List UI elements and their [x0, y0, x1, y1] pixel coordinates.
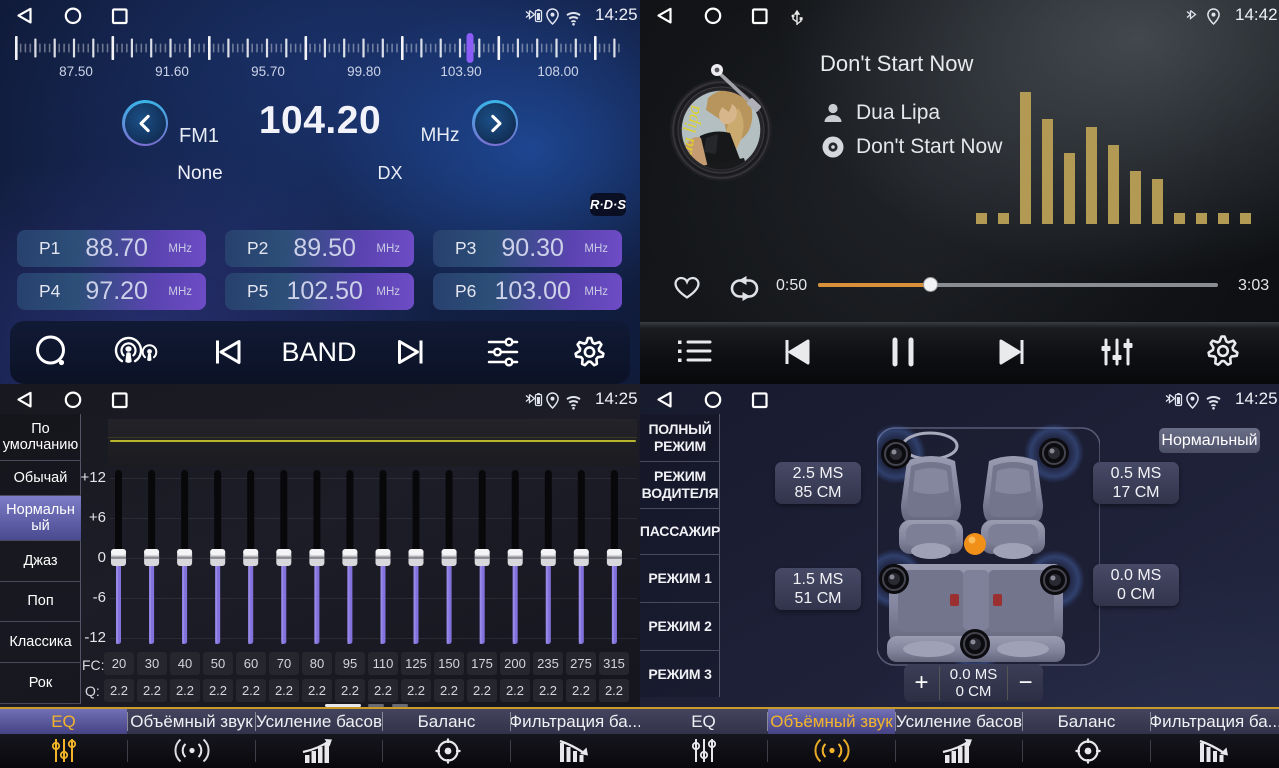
- svg-text:BAND: BAND: [281, 337, 356, 367]
